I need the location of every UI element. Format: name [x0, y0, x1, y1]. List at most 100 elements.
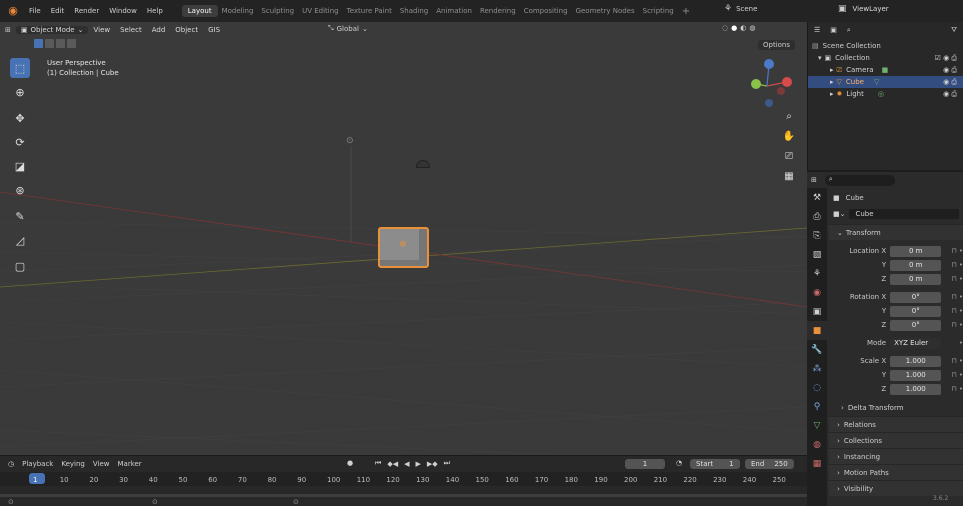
workspace-tab-uv-editing[interactable]: UV Editing: [298, 7, 343, 15]
outliner-item-collection[interactable]: ▾ ▣ Collection ☑ ◉ ⎙: [808, 52, 963, 64]
lock-icon[interactable]: ⊓ •: [941, 275, 963, 283]
mesh-data-tab-icon[interactable]: ▽: [807, 416, 827, 435]
object-tab-icon[interactable]: ■: [807, 321, 827, 340]
cube-object[interactable]: ✲: [378, 227, 429, 268]
annotate-tool-icon[interactable]: ✎: [10, 206, 30, 226]
wireframe-shading-icon[interactable]: ◌: [722, 24, 728, 32]
timeline-menu-playback[interactable]: Playback: [22, 460, 53, 468]
keyframe-dot-icon[interactable]: •: [941, 339, 963, 347]
properties-editor-icon[interactable]: ⊞: [811, 176, 817, 184]
menu-help[interactable]: Help: [142, 7, 168, 15]
play-icon[interactable]: ▶: [415, 460, 420, 468]
location-y-field[interactable]: 0 m: [890, 259, 942, 271]
viewport-menu-object[interactable]: Object: [170, 26, 203, 34]
panel-instancing[interactable]: › Instancing: [829, 448, 963, 464]
rotation-mode-dropdown[interactable]: XYZ Euler: [890, 337, 942, 349]
select-extend-icon[interactable]: [45, 39, 54, 48]
transform-tool-icon[interactable]: ⊛: [10, 180, 30, 200]
view-layer-icon[interactable]: ▣: [838, 4, 847, 14]
location-z-field[interactable]: 0 m: [890, 273, 942, 285]
visibility-eye-icon[interactable]: ◉ ⎙: [943, 66, 957, 75]
outliner-item-cube[interactable]: ▸ ▽ Cube ▽ ◉ ⎙: [808, 76, 963, 88]
menu-render[interactable]: Render: [69, 7, 104, 15]
move-tool-icon[interactable]: ✥: [10, 108, 30, 128]
lock-icon[interactable]: ⊓ •: [941, 307, 963, 315]
rotation-z-field[interactable]: 0°: [890, 319, 942, 331]
tool-tab-icon[interactable]: ⚒: [807, 188, 827, 207]
texture-tab-icon[interactable]: ▦: [807, 454, 827, 473]
start-frame-field[interactable]: Start 1: [690, 459, 740, 469]
output-tab-icon[interactable]: ⎘: [807, 226, 827, 245]
object-data-icon[interactable]: ■⌄: [833, 210, 845, 218]
camera-view-icon[interactable]: ⎚: [781, 148, 797, 164]
add-workspace-button[interactable]: +: [678, 6, 694, 17]
rotation-y-field[interactable]: 0°: [890, 305, 942, 317]
mesh-data-icon[interactable]: ▽: [874, 78, 879, 86]
workspace-tab-layout[interactable]: Layout: [181, 5, 218, 17]
object-data-name-field[interactable]: Cube: [849, 209, 960, 219]
lock-icon[interactable]: ⊓ •: [941, 293, 963, 301]
viewport-menu-view[interactable]: View: [88, 26, 115, 34]
lock-icon[interactable]: ⊓ •: [941, 385, 963, 393]
lock-icon[interactable]: ⊓ •: [941, 321, 963, 329]
menu-file[interactable]: File: [24, 7, 46, 15]
visibility-eye-icon[interactable]: ◉ ⎙: [943, 90, 957, 99]
timeline-scrollbar[interactable]: [0, 494, 807, 497]
workspace-tab-texture-paint[interactable]: Texture Paint: [343, 7, 396, 15]
search-icon[interactable]: ⌕: [847, 26, 851, 35]
outliner-item-light[interactable]: ▸ ✹ Light ◎ ◉ ⎙: [808, 88, 963, 100]
modifier-tab-icon[interactable]: 🔧: [807, 340, 827, 359]
measure-tool-icon[interactable]: ◿: [10, 230, 30, 250]
physics-tab-icon[interactable]: ◌: [807, 378, 827, 397]
auto-keying-icon[interactable]: ●: [347, 459, 353, 467]
prev-keyframe-icon[interactable]: ◆◀: [387, 460, 398, 468]
panel-collections[interactable]: › Collections: [829, 432, 963, 448]
workspace-tab-sculpting[interactable]: Sculpting: [257, 7, 298, 15]
navigation-gizmo[interactable]: [745, 54, 800, 109]
jump-to-end-icon[interactable]: ⏭: [444, 459, 450, 468]
scene-selector[interactable]: Scene: [736, 5, 757, 13]
end-frame-field[interactable]: End 250: [745, 459, 794, 469]
light-object-icon[interactable]: ⊙: [346, 136, 354, 146]
select-new-icon[interactable]: [34, 39, 43, 48]
scale-z-field[interactable]: 1.000: [890, 383, 942, 395]
rotate-tool-icon[interactable]: ⟳: [10, 132, 30, 152]
editor-type-icon[interactable]: ⊞: [0, 26, 16, 34]
workspace-tab-scripting[interactable]: Scripting: [639, 7, 678, 15]
material-shading-icon[interactable]: ◐: [740, 24, 746, 32]
scene-tab-icon[interactable]: ⚘: [807, 264, 827, 283]
rendered-shading-icon[interactable]: ◍: [749, 24, 755, 32]
outliner-item-camera[interactable]: ▸ ⎚ Camera ■ ◉ ⎙: [808, 64, 963, 76]
lock-icon[interactable]: ⊓ •: [941, 371, 963, 379]
menu-edit[interactable]: Edit: [46, 7, 70, 15]
render-tab-icon[interactable]: ⎙: [807, 207, 827, 226]
perspective-toggle-icon[interactable]: ▦: [781, 168, 797, 184]
panel-delta-transform[interactable]: › Delta Transform: [829, 400, 963, 416]
world-tab-icon[interactable]: ◉: [807, 283, 827, 302]
jump-to-start-icon[interactable]: ⏮: [375, 459, 381, 468]
view-layer-selector[interactable]: ViewLayer: [853, 5, 889, 13]
play-reverse-icon[interactable]: ◀: [404, 460, 409, 468]
zoom-icon[interactable]: ⌕: [781, 108, 797, 124]
select-invert-icon[interactable]: [67, 39, 76, 48]
panel-transform[interactable]: ⌄ Transform: [829, 224, 963, 240]
camera-object-icon[interactable]: [416, 160, 430, 168]
select-subtract-icon[interactable]: [56, 39, 65, 48]
workspace-tab-compositing[interactable]: Compositing: [520, 7, 572, 15]
pan-hand-icon[interactable]: ✋: [781, 128, 797, 144]
material-tab-icon[interactable]: ◍: [807, 435, 827, 454]
checkbox-icon[interactable]: ☑ ◉ ⎙: [935, 54, 957, 63]
panel-motion-paths[interactable]: › Motion Paths: [829, 464, 963, 480]
solid-shading-icon[interactable]: ●: [731, 24, 737, 32]
constraints-tab-icon[interactable]: ⚲: [807, 397, 827, 416]
lock-icon[interactable]: ⊓ •: [941, 357, 963, 365]
timeline-menu-marker[interactable]: Marker: [117, 460, 141, 468]
add-cube-tool-icon[interactable]: ▢: [10, 256, 30, 276]
next-keyframe-icon[interactable]: ▶◆: [427, 460, 438, 468]
display-mode-icon[interactable]: ▣: [830, 26, 837, 34]
timeline-menu-view[interactable]: View: [93, 460, 110, 468]
workspace-tab-animation[interactable]: Animation: [432, 7, 476, 15]
rotation-x-field[interactable]: 0°: [890, 291, 942, 303]
workspace-tab-rendering[interactable]: Rendering: [476, 7, 520, 15]
timeline-menu-keying[interactable]: Keying: [61, 460, 85, 468]
